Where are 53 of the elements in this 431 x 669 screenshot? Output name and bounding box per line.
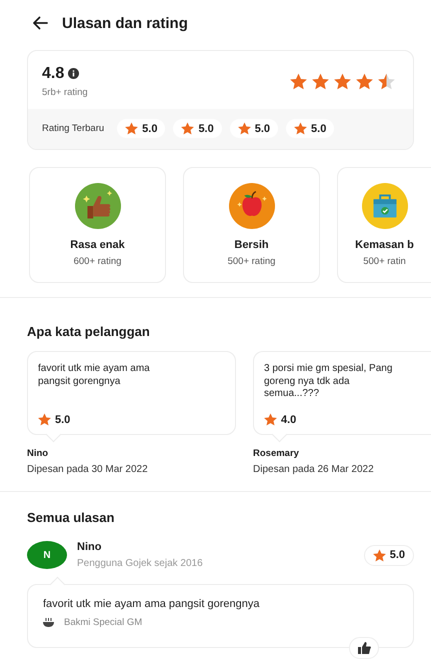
star-icon — [334, 72, 351, 90]
page-title: Ulasan dan rating — [62, 14, 188, 32]
rating-chip: 5.0 — [286, 119, 334, 138]
star-icon — [181, 122, 194, 135]
section-title: Semua ulasan — [27, 510, 116, 525]
rating-chip: 5.0 — [117, 119, 166, 138]
user-avatar: N — [27, 541, 67, 569]
bowl-icon — [43, 618, 54, 628]
testimonial-text: 3 porsi mie gm spesial, Pang goreng nya tdk ada semua...??? — [264, 363, 394, 400]
star-icon — [294, 122, 308, 135]
category-label: Bersih — [234, 239, 269, 251]
order-date: Dipesan pada 30 Mar 2022 — [27, 464, 149, 475]
category-label: Rasa enak — [70, 239, 125, 251]
star-icon — [290, 72, 307, 90]
review-text: favorit utk mie ayam ama pangsit gorengnya — [43, 598, 260, 610]
star-icon — [378, 72, 395, 90]
rating-value: 5.0 — [38, 413, 225, 426]
lunch-box-icon — [362, 183, 408, 229]
category-count: 600+ rating — [74, 256, 122, 267]
rating-chip: 5.0 — [364, 544, 414, 566]
star-icon — [38, 413, 51, 426]
rating-count: 5rb+ rating — [42, 86, 88, 98]
star-icon — [238, 122, 251, 135]
thumbs-up-icon — [358, 642, 370, 654]
rating-chip: 5.0 — [230, 119, 278, 138]
category-label: Kemasan b — [355, 239, 414, 251]
recent-rating-label: Rating Terbaru — [42, 123, 104, 134]
testimonial-text: favorit utk mie ayam ama pangsit gorengnya — [38, 363, 151, 388]
info-icon[interactable] — [68, 68, 80, 79]
rating-chip: 5.0 — [173, 119, 222, 138]
star-icon — [372, 548, 386, 562]
category-count: 500+ ratin — [363, 256, 406, 267]
category-card[interactable]: Bersih 500+ rating — [183, 167, 320, 283]
category-count: 500+ rating — [228, 256, 276, 267]
reviewer-name: Nino — [77, 541, 102, 553]
category-card[interactable]: Kemasan b 500+ ratin — [337, 167, 431, 283]
like-button[interactable] — [349, 637, 379, 659]
rating-value: 4.0 — [264, 413, 421, 426]
customer-name: Nino — [27, 448, 50, 459]
member-since: Pengguna Gojek sejak 2016 — [77, 558, 203, 569]
star-icon — [356, 72, 373, 90]
star-icon — [312, 72, 329, 90]
back-arrow-icon[interactable] — [32, 16, 48, 30]
customer-name: Rosemary — [253, 448, 300, 459]
category-card[interactable]: Rasa enak 600+ rating — [29, 167, 166, 283]
rating-score: 4.8 — [42, 64, 64, 82]
thumbs-up-icon — [74, 183, 120, 229]
order-date: Dipesan pada 26 Mar 2022 — [253, 464, 375, 475]
apple-icon — [228, 183, 274, 229]
star-icon — [264, 413, 277, 426]
dish-name: Bakmi Special GM — [64, 617, 142, 628]
section-title: Apa kata pelanggan — [27, 324, 151, 339]
star-icon — [125, 122, 138, 135]
